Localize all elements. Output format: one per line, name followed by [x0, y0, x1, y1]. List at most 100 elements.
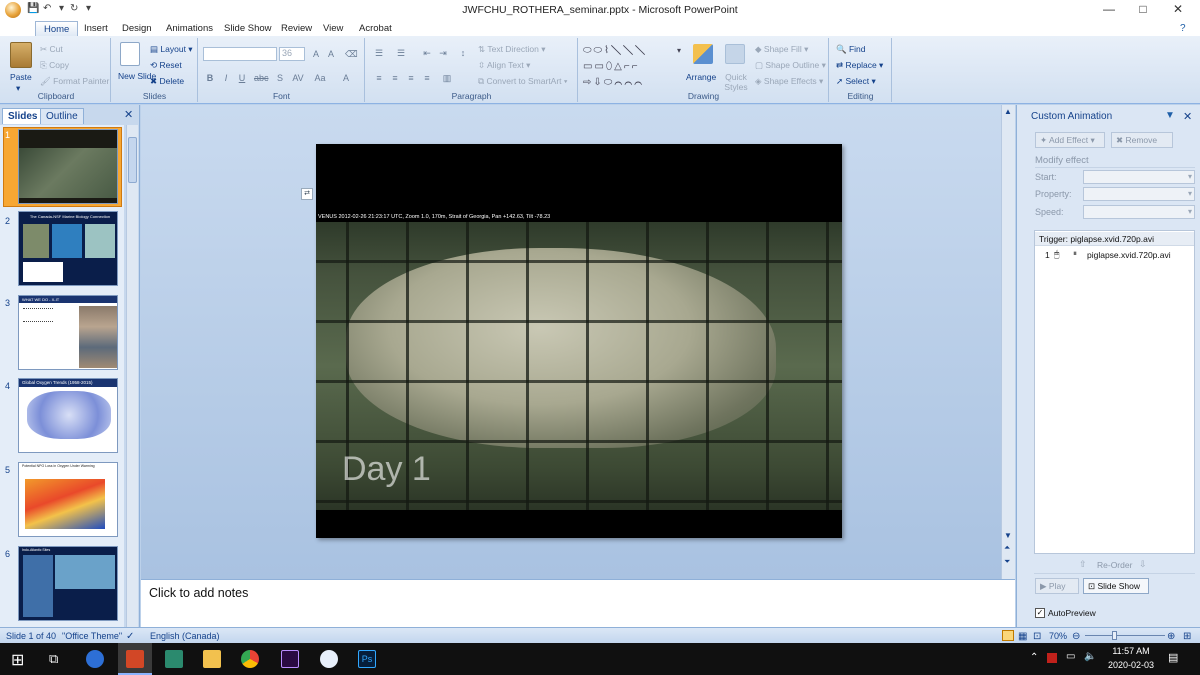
maximize-button[interactable]: □: [1135, 2, 1151, 16]
previous-slide-icon[interactable]: ⏶: [1004, 543, 1010, 553]
zoom-out-icon[interactable]: ⊖: [1072, 631, 1080, 642]
notes-pane[interactable]: Click to add notes: [141, 579, 1015, 627]
delete-button[interactable]: ✖ Delete: [150, 76, 184, 87]
tab-home[interactable]: Home: [35, 21, 79, 36]
pane-options-icon[interactable]: ▼: [1165, 110, 1175, 121]
chrome-icon[interactable]: [241, 650, 259, 668]
next-slide-icon[interactable]: ⏷: [1004, 557, 1010, 567]
shape-effects-button[interactable]: ◈ Shape Effects ▾: [755, 76, 823, 87]
property-select[interactable]: ▾: [1083, 187, 1195, 201]
windows-start-icon[interactable]: ⊞: [11, 650, 24, 670]
slide-show-view-icon[interactable]: ⊡: [1033, 631, 1041, 642]
app-icon-generic[interactable]: [165, 650, 183, 668]
move-down-icon[interactable]: ⇩: [1139, 559, 1147, 570]
font-color-icon[interactable]: A: [339, 72, 353, 84]
slide-show-button[interactable]: ⊡ Slide Show: [1083, 578, 1149, 594]
shape-fill-button[interactable]: ◆ Shape Fill ▾: [755, 44, 808, 55]
zoom-slider-track[interactable]: [1085, 635, 1165, 636]
tab-acrobat[interactable]: Acrobat: [359, 23, 392, 34]
tab-animations[interactable]: Animations: [166, 23, 213, 34]
battery-icon[interactable]: ▭: [1066, 651, 1075, 662]
close-button[interactable]: ✕: [1170, 2, 1186, 16]
video-frame[interactable]: Day 1: [316, 222, 842, 510]
layout-button[interactable]: ▤ Layout ▾: [150, 44, 193, 55]
move-up-icon[interactable]: ⇧: [1079, 559, 1087, 570]
slide-scrollbar[interactable]: ▲ ▼ ⏶ ⏷: [1001, 105, 1015, 579]
normal-view-icon[interactable]: [1002, 630, 1014, 641]
file-explorer-icon[interactable]: [203, 650, 221, 668]
zoom-level[interactable]: 70%: [1049, 631, 1067, 641]
clock-time[interactable]: 11:57 AM: [1104, 646, 1158, 656]
remove-button[interactable]: ✖ Remove: [1111, 132, 1173, 148]
align-left-icon[interactable]: ≡: [372, 72, 386, 84]
tray-app-icon[interactable]: [1047, 653, 1057, 663]
photoshop-icon[interactable]: Ps: [358, 650, 376, 668]
underline-icon[interactable]: U: [235, 72, 249, 84]
tab-outline[interactable]: Outline: [40, 108, 84, 124]
app-icon-cloud[interactable]: [320, 650, 338, 668]
spell-check-icon[interactable]: ✓: [126, 631, 134, 642]
speed-select[interactable]: ▾: [1083, 205, 1195, 219]
tab-slides[interactable]: Slides: [2, 108, 44, 124]
numbering-icon[interactable]: ☰: [394, 47, 408, 59]
reset-button[interactable]: ⟲ Reset: [150, 60, 182, 71]
char-spacing-icon[interactable]: AV: [291, 72, 305, 84]
cut-button[interactable]: ✂ Cut: [40, 44, 63, 55]
help-icon[interactable]: ?: [1180, 23, 1186, 34]
tab-view[interactable]: View: [323, 23, 343, 34]
tab-design[interactable]: Design: [122, 23, 152, 34]
clock-date[interactable]: 2020-02-03: [1100, 660, 1162, 670]
notifications-icon[interactable]: ▤: [1168, 651, 1178, 664]
italic-icon[interactable]: I: [219, 72, 233, 84]
slide-canvas[interactable]: VENUS 2012-02-26 21:23:17 UTC, Zoom 1.0,…: [316, 144, 842, 538]
shape-outline-button[interactable]: ▢ Shape Outline ▾: [755, 60, 826, 71]
scroll-up-icon[interactable]: ▲: [1004, 107, 1012, 116]
premiere-icon[interactable]: [281, 650, 299, 668]
powerpoint-icon[interactable]: [126, 650, 144, 668]
pane-close-icon[interactable]: ✕: [1183, 110, 1192, 123]
tab-insert[interactable]: Insert: [84, 23, 108, 34]
zoom-in-icon[interactable]: ⊕: [1167, 631, 1175, 642]
change-case-icon[interactable]: Aa: [313, 72, 327, 84]
paste-button[interactable]: Paste: [10, 72, 32, 82]
slide-thumbnail-6[interactable]: Indo-Atlantic Sites: [18, 546, 118, 621]
decrease-indent-icon[interactable]: ⇤: [420, 47, 434, 59]
animation-marker-icon[interactable]: ⇄: [301, 188, 313, 200]
slide-thumbnail-2[interactable]: The Canada-NSF Marine Biology Connection: [18, 211, 118, 286]
tab-review[interactable]: Review: [281, 23, 312, 34]
grow-font-icon[interactable]: A: [309, 48, 323, 60]
shrink-font-icon[interactable]: A: [324, 48, 338, 60]
justify-icon[interactable]: ≡: [420, 72, 434, 84]
volume-icon[interactable]: 🔈: [1084, 651, 1096, 662]
trigger-row[interactable]: Trigger: piglapse.xvid.720p.avi: [1035, 232, 1194, 246]
minimize-button[interactable]: —: [1101, 2, 1117, 16]
play-button[interactable]: ▶ Play: [1035, 578, 1079, 594]
text-direction-button[interactable]: ⇅ Text Direction ▾: [478, 44, 545, 55]
align-center-icon[interactable]: ≡: [388, 72, 402, 84]
fit-to-window-icon[interactable]: ⊞: [1183, 631, 1191, 642]
tab-slide-show[interactable]: Slide Show: [224, 23, 272, 34]
columns-icon[interactable]: ▥: [440, 72, 454, 84]
copy-button[interactable]: ⎘ Copy: [40, 60, 69, 71]
animation-item[interactable]: 1 🖱 ⏸ piglapse.xvid.720p.avi: [1035, 248, 1194, 262]
replace-button[interactable]: ⇄ Replace ▾: [836, 60, 883, 71]
increase-indent-icon[interactable]: ⇥: [436, 47, 450, 59]
line-spacing-icon[interactable]: ↕: [456, 47, 470, 59]
slide-thumbnail-5[interactable]: Potential NPO Loss in Oxygen Under Warmi…: [18, 462, 118, 537]
slide-sorter-icon[interactable]: ▦: [1018, 631, 1027, 642]
clear-formatting-icon[interactable]: ⌫: [344, 48, 358, 60]
align-text-button[interactable]: ⇳ Align Text ▾: [478, 60, 530, 71]
bullets-icon[interactable]: ☰: [372, 47, 386, 59]
add-effect-button[interactable]: ✦ Add Effect ▾: [1035, 132, 1105, 148]
scrollbar-thumb[interactable]: [128, 137, 137, 183]
shadow-icon[interactable]: S: [273, 72, 287, 84]
font-size-field[interactable]: 36: [279, 47, 305, 61]
autopreview-checkbox[interactable]: ✓: [1035, 608, 1045, 618]
quick-styles-button[interactable]: Quick Styles: [723, 72, 749, 92]
task-view-icon[interactable]: ⧉: [49, 651, 58, 667]
find-button[interactable]: 🔍 Find: [836, 44, 866, 55]
app-icon-browser[interactable]: [86, 650, 104, 668]
convert-smartart-button[interactable]: ⧉ Convert to SmartArt ▾: [478, 76, 567, 87]
arrange-button[interactable]: Arrange: [686, 72, 716, 82]
zoom-slider-thumb[interactable]: [1112, 631, 1117, 640]
